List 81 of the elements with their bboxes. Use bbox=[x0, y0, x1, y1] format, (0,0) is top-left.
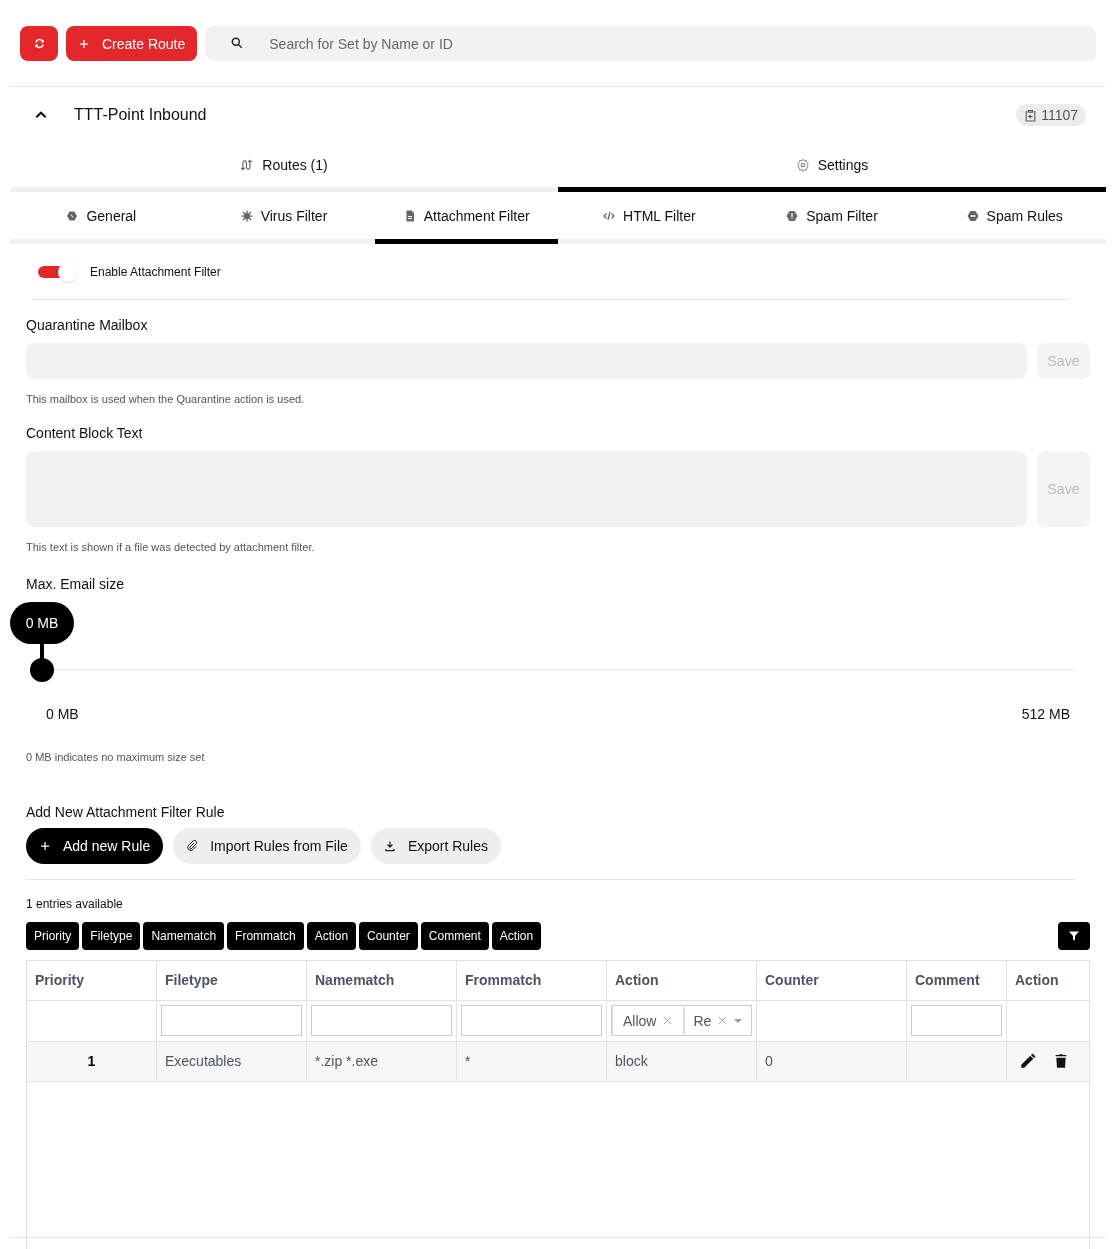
table-cell-text: *.zip *.exe bbox=[315, 1052, 379, 1071]
column-header: Action bbox=[1015, 971, 1059, 990]
tab[interactable]: HTML Filter bbox=[558, 192, 741, 244]
slider-thumb[interactable] bbox=[30, 658, 54, 682]
plus-icon bbox=[39, 839, 51, 852]
tab[interactable]: Attachment Filter bbox=[375, 192, 558, 244]
filter-icon bbox=[1068, 929, 1080, 942]
rule-button[interactable]: Add new Rule bbox=[26, 827, 164, 864]
field-label: Max. Email size bbox=[26, 575, 126, 594]
rule-button[interactable]: Export Rules bbox=[370, 827, 502, 864]
column-header: Comment bbox=[915, 971, 980, 990]
toggle-switch[interactable] bbox=[38, 261, 78, 282]
field-label: Quarantine Mailbox bbox=[26, 316, 149, 335]
column-header: Frommatch bbox=[465, 971, 542, 990]
alert-hexagon-icon bbox=[786, 209, 799, 222]
table-cell-text: Executables bbox=[165, 1052, 242, 1071]
filter-field[interactable] bbox=[911, 1005, 1002, 1036]
value-tooltip: 0 MB bbox=[10, 602, 74, 660]
filter-field[interactable] bbox=[161, 1005, 302, 1036]
hint-text: This mailbox is used when the Quarantine action is used. bbox=[26, 392, 306, 407]
refresh-icon bbox=[32, 37, 46, 50]
column-header: Namematch bbox=[315, 971, 395, 990]
close-icon bbox=[662, 1015, 674, 1026]
plus-icon bbox=[78, 37, 90, 50]
tab[interactable]: General bbox=[10, 192, 193, 244]
pencil-icon bbox=[1019, 1052, 1037, 1070]
column-toggle[interactable]: Action bbox=[491, 921, 542, 950]
delete-button[interactable] bbox=[1053, 1053, 1069, 1069]
paperclip-icon bbox=[186, 839, 199, 852]
column-toggle[interactable]: Comment bbox=[420, 921, 489, 950]
refresh-button[interactable] bbox=[20, 26, 58, 61]
trash-icon bbox=[1053, 1053, 1069, 1069]
column-toggle[interactable]: Namematch bbox=[143, 921, 225, 950]
column-toggle[interactable]: Action bbox=[306, 921, 357, 950]
id-badge: 11107 bbox=[1016, 104, 1086, 126]
download-icon bbox=[383, 839, 396, 852]
slider-min-label: 0 MB bbox=[46, 705, 79, 724]
entries-count: 1 entries available bbox=[26, 895, 124, 912]
hexagon-icon bbox=[66, 209, 79, 222]
section-title: Add New Attachment Filter Rule bbox=[26, 802, 226, 822]
close-icon bbox=[717, 1015, 729, 1026]
clipboard-icon bbox=[1024, 108, 1038, 122]
column-toggle[interactable]: Filetype bbox=[82, 921, 141, 950]
tag-label: Re bbox=[693, 1011, 712, 1031]
tab[interactable]: Settings bbox=[558, 143, 1106, 192]
search-field[interactable]: Search for Set by Name or ID bbox=[205, 26, 1096, 61]
column-toggle[interactable]: Frommatch bbox=[227, 921, 304, 950]
table-cell-text: 0 bbox=[765, 1052, 773, 1071]
field-label: Content Block Text bbox=[26, 423, 144, 443]
tab[interactable]: Virus Filter bbox=[192, 192, 376, 244]
toggle-label: Enable Attachment Filter bbox=[90, 263, 221, 280]
tab[interactable]: Spam Rules bbox=[923, 192, 1107, 244]
filter-field[interactable] bbox=[461, 1005, 602, 1036]
tab[interactable]: Routes (1) bbox=[10, 143, 558, 192]
filter-field[interactable] bbox=[311, 1005, 452, 1036]
table-cell-text: * bbox=[465, 1052, 471, 1071]
set-name: TTT-Point Inbound bbox=[74, 105, 207, 125]
column-header: Counter bbox=[765, 971, 819, 990]
column-header: Action bbox=[615, 971, 659, 990]
column-header: Priority bbox=[35, 971, 84, 990]
column-toggle[interactable]: Counter bbox=[359, 921, 418, 950]
tab[interactable]: Spam Filter bbox=[740, 192, 924, 244]
column-toggle[interactable]: Priority bbox=[26, 921, 80, 950]
column-header: Filetype bbox=[165, 971, 218, 990]
slider-max-label: 512 MB bbox=[1021, 705, 1070, 724]
filter-button[interactable] bbox=[1058, 921, 1090, 950]
create-route-button[interactable]: Create Route bbox=[66, 26, 198, 61]
code-icon bbox=[603, 209, 616, 222]
edit-button[interactable] bbox=[1019, 1052, 1037, 1070]
virus-icon bbox=[240, 209, 253, 222]
tag-label: Allow bbox=[623, 1011, 657, 1031]
minus-hexagon-icon bbox=[966, 209, 979, 222]
search-icon bbox=[230, 36, 245, 50]
table-cell-text: 1 bbox=[87, 1052, 96, 1071]
table-cell-text: block bbox=[615, 1052, 648, 1071]
tag-select[interactable]: Allow Re bbox=[611, 1005, 752, 1036]
hint-text: 0 MB indicates no maximum size set bbox=[26, 750, 206, 765]
route-icon bbox=[240, 158, 255, 172]
settings-icon bbox=[795, 158, 810, 172]
hint-text: This text is shown if a file was detected by attachment filter. bbox=[26, 539, 316, 555]
rule-button[interactable]: Import Rules from File bbox=[173, 827, 361, 864]
